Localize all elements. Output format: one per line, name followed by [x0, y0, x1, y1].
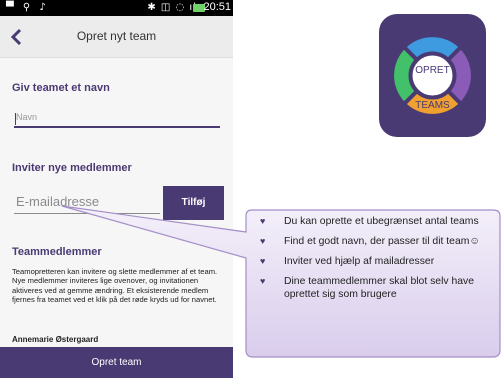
- opret-teams-app-icon: OPRET TEAMS: [379, 14, 486, 137]
- invite-section-title: Inviter nye medlemmer: [12, 162, 132, 174]
- create-team-button[interactable]: Opret team: [0, 347, 233, 378]
- status-right-icons: ✱ ◫ ◌ ıl: [147, 2, 197, 13]
- heart-bullet-icon: ♥: [260, 236, 266, 246]
- add-member-button[interactable]: Tilføj: [163, 186, 224, 220]
- name-section-title: Giv teamet et navn: [12, 82, 110, 94]
- callout-item: ♥ Find et godt navn, der passer til dit t…: [260, 236, 481, 247]
- member-list-item: Annemarie Østergaard: [12, 335, 99, 344]
- phone-screen: ▀ ⚲ ♪ ✱ ◫ ◌ ıl 20:51 Opret nyt team Giv …: [0, 0, 233, 378]
- heart-bullet-icon: ♥: [260, 276, 266, 286]
- callout-item: ♥ Inviter ved hjælp af mailadresser: [260, 256, 435, 267]
- text-cursor: [15, 113, 16, 125]
- team-name-input[interactable]: Navn: [14, 112, 220, 128]
- app-bar: Opret nyt team: [0, 16, 233, 58]
- page-title: Opret nyt team: [76, 29, 157, 43]
- callout-list: ♥ Du kan oprette et ubegrænset antal team…: [250, 215, 490, 308]
- status-left-icons: ▀ ⚲ ♪: [6, 2, 49, 13]
- status-bar: ▀ ⚲ ♪ ✱ ◫ ◌ ıl 20:51: [0, 0, 233, 16]
- members-section-title: Teammedlemmer: [12, 246, 102, 258]
- members-description: Teamopretteren kan invitere og slette me…: [12, 267, 218, 304]
- callout-item: ♥ Dine teammedlemmer skal blot selv have …: [260, 276, 474, 300]
- status-time: 20:51: [203, 1, 231, 13]
- heart-bullet-icon: ♥: [260, 216, 266, 226]
- icon-text-line2: TEAMS: [415, 100, 450, 111]
- callout-item: ♥ Du kan oprette et ubegrænset antal team…: [260, 216, 479, 227]
- email-input[interactable]: E-mailadresse: [14, 192, 160, 214]
- icon-text-line1: OPRET: [415, 65, 449, 76]
- heart-bullet-icon: ♥: [260, 256, 266, 266]
